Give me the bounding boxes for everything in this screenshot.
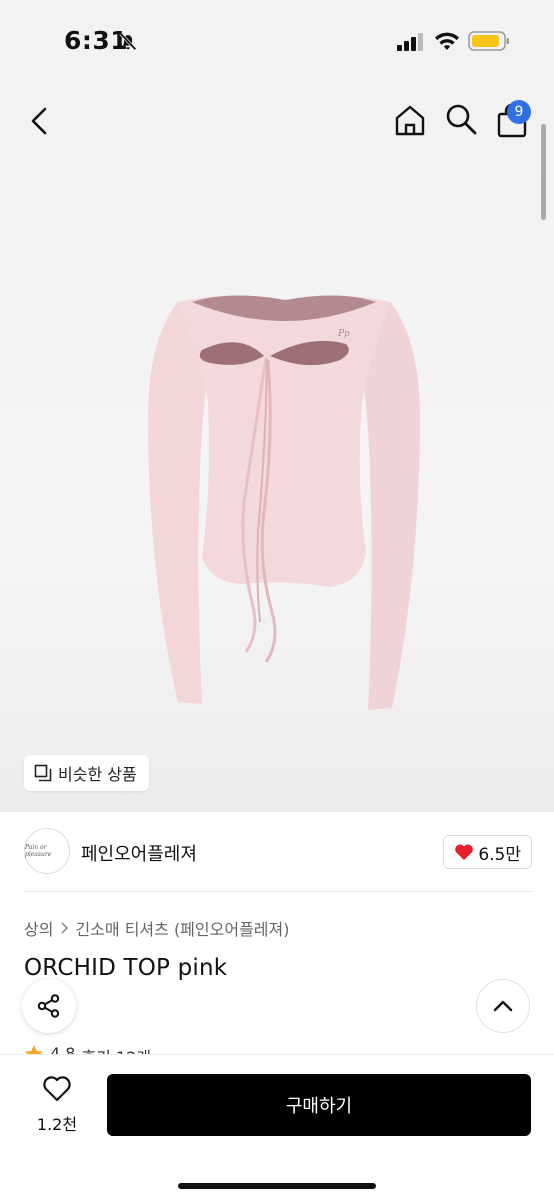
bell-muted-icon xyxy=(119,32,137,51)
battery-icon xyxy=(468,31,509,51)
home-indicator[interactable] xyxy=(178,1183,376,1189)
breadcrumb-subcategory[interactable]: 긴소매 티셔츠 (페인오어플레져) xyxy=(75,916,289,940)
similar-items-icon xyxy=(34,764,52,782)
cart-count-badge: 9 xyxy=(507,100,531,124)
wifi-icon xyxy=(435,32,459,50)
wishlist-button[interactable]: 1.2천 xyxy=(30,1075,84,1135)
product-title: ORCHID TOP pink xyxy=(24,955,228,981)
breadcrumb-category[interactable]: 상의 xyxy=(24,916,53,940)
home-icon[interactable] xyxy=(392,102,428,138)
bottom-action-bar: 1.2천 구매하기 xyxy=(0,1054,554,1200)
search-icon[interactable] xyxy=(444,102,478,136)
heart-outline-icon xyxy=(43,1076,71,1102)
breadcrumb: 상의 긴소매 티셔츠 (페인오어플레져) xyxy=(24,916,289,940)
brand-like-button[interactable]: 6.5만 xyxy=(443,835,532,869)
brand-row[interactable]: Pain or pleasure 페인오어플레져 6.5만 xyxy=(24,828,532,876)
brand-logo-text: Pain or pleasure xyxy=(25,844,52,858)
similar-products-button[interactable]: 비슷한 상품 xyxy=(24,755,149,791)
buy-button[interactable]: 구매하기 xyxy=(107,1074,531,1136)
scroll-top-button[interactable] xyxy=(476,979,530,1033)
signal-icon xyxy=(397,33,423,51)
share-icon xyxy=(37,994,60,1018)
brand-name[interactable]: 페인오어플레져 xyxy=(81,840,197,866)
scrollbar-thumb[interactable] xyxy=(541,124,546,220)
brand-logo[interactable]: Pain or pleasure xyxy=(24,828,70,874)
brand-like-count: 6.5만 xyxy=(478,844,521,865)
status-bar: 6:31 xyxy=(0,0,554,80)
share-button[interactable] xyxy=(22,979,76,1033)
wishlist-count: 1.2천 xyxy=(36,1115,78,1134)
heart-filled-icon xyxy=(455,844,474,860)
product-image: Pp xyxy=(147,295,421,710)
similar-products-label: 비슷한 상품 xyxy=(58,765,137,784)
chevron-up-icon xyxy=(493,1000,513,1012)
back-arrow-icon[interactable] xyxy=(24,104,54,138)
chevron-right-icon xyxy=(61,922,69,934)
divider xyxy=(24,891,532,892)
svg-text:Pp: Pp xyxy=(337,329,350,339)
